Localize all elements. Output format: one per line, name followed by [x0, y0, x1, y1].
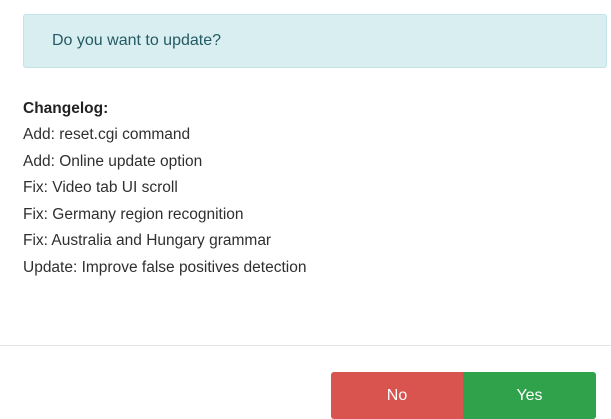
changelog-item: Add: Online update option: [23, 152, 203, 170]
update-prompt-message: Do you want to update?: [52, 32, 222, 49]
changelog-item: Fix: Germany region recognition: [23, 205, 244, 223]
yes-button[interactable]: Yes: [463, 372, 596, 419]
no-button[interactable]: No: [331, 372, 463, 419]
update-prompt-alert: Do you want to update?: [23, 14, 607, 68]
changelog-title: Changelog:: [23, 100, 109, 117]
changelog-item: Fix: Video tab UI scroll: [23, 179, 178, 196]
changelog-item: Add: reset.cgi command: [23, 126, 191, 143]
changelog-item: Fix: Australia and Hungary grammar: [23, 232, 272, 249]
changelog-list: Add: reset.cgi command Add: Online updat…: [23, 122, 583, 281]
changelog-section: Changelog: Add: reset.cgi command Add: O…: [23, 96, 583, 281]
changelog-item: Update: Improve false positives detectio…: [23, 258, 307, 276]
footer-divider: [0, 345, 611, 346]
